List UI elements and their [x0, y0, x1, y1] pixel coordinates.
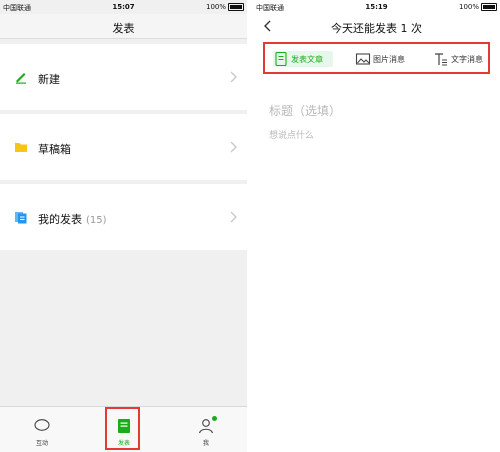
post-count: (15)	[86, 215, 107, 226]
notification-dot	[212, 416, 217, 421]
menu-item-label: 我的发表 (15)	[38, 211, 107, 227]
tool-label: 图片消息	[373, 55, 405, 64]
chevron-right-icon	[230, 141, 237, 153]
chat-bubble-icon	[34, 419, 50, 431]
article-icon	[275, 51, 287, 67]
tab-interact[interactable]: 互动	[12, 407, 72, 452]
battery-indicator: 100%	[459, 3, 497, 11]
pencil-icon	[16, 73, 26, 84]
chevron-right-icon	[230, 211, 237, 223]
compose-type-toolbar: 发表文章 图片消息 文字消息	[263, 42, 490, 74]
page-title: 今天还能发表 1 次	[331, 22, 422, 35]
publish-screen: 中国联通 15:07 100% 发表 新建 草稿箱 我的发表 (15) 互动 发…	[0, 0, 247, 452]
menu-item-new[interactable]: 新建	[0, 44, 247, 110]
tool-article[interactable]: 发表文章	[273, 51, 333, 67]
battery-indicator: 100%	[206, 3, 244, 11]
battery-percent: 100%	[458, 3, 479, 11]
body-input[interactable]: 想说点什么	[269, 128, 314, 141]
text-icon	[435, 53, 447, 66]
battery-percent: 100%	[205, 3, 226, 11]
compose-screen: 中国联通 15:19 100% 今天还能发表 1 次 发表文章 图片消息 文字消…	[253, 0, 500, 452]
folder-icon	[15, 143, 27, 152]
battery-icon	[228, 3, 244, 11]
person-icon	[198, 419, 214, 434]
title-input[interactable]: 标题（选填）	[269, 102, 341, 119]
tool-text[interactable]: 文字消息	[433, 51, 493, 67]
menu-item-my-posts[interactable]: 我的发表 (15)	[0, 184, 247, 250]
tab-me[interactable]: 我	[176, 407, 236, 452]
status-bar: 中国联通 15:19 100%	[253, 0, 500, 14]
image-icon	[355, 53, 371, 65]
battery-icon	[481, 3, 497, 11]
chevron-right-icon	[230, 71, 237, 83]
tool-label: 文字消息	[451, 55, 483, 64]
documents-icon	[15, 212, 27, 224]
status-bar: 中国联通 15:07 100%	[0, 0, 247, 14]
tool-label: 发表文章	[291, 55, 323, 64]
menu-item-label: 新建	[38, 73, 60, 86]
nav-bar: 今天还能发表 1 次	[253, 14, 500, 38]
menu-item-drafts[interactable]: 草稿箱	[0, 114, 247, 180]
nav-bar: 发表	[0, 14, 247, 39]
tab-label: 互动	[35, 440, 48, 447]
tool-image[interactable]: 图片消息	[355, 51, 415, 67]
tab-label: 我	[202, 440, 209, 447]
page-title: 发表	[112, 22, 135, 35]
menu-item-text: 我的发表	[38, 213, 82, 226]
menu-item-label: 草稿箱	[38, 143, 71, 156]
highlight-box	[105, 407, 140, 450]
